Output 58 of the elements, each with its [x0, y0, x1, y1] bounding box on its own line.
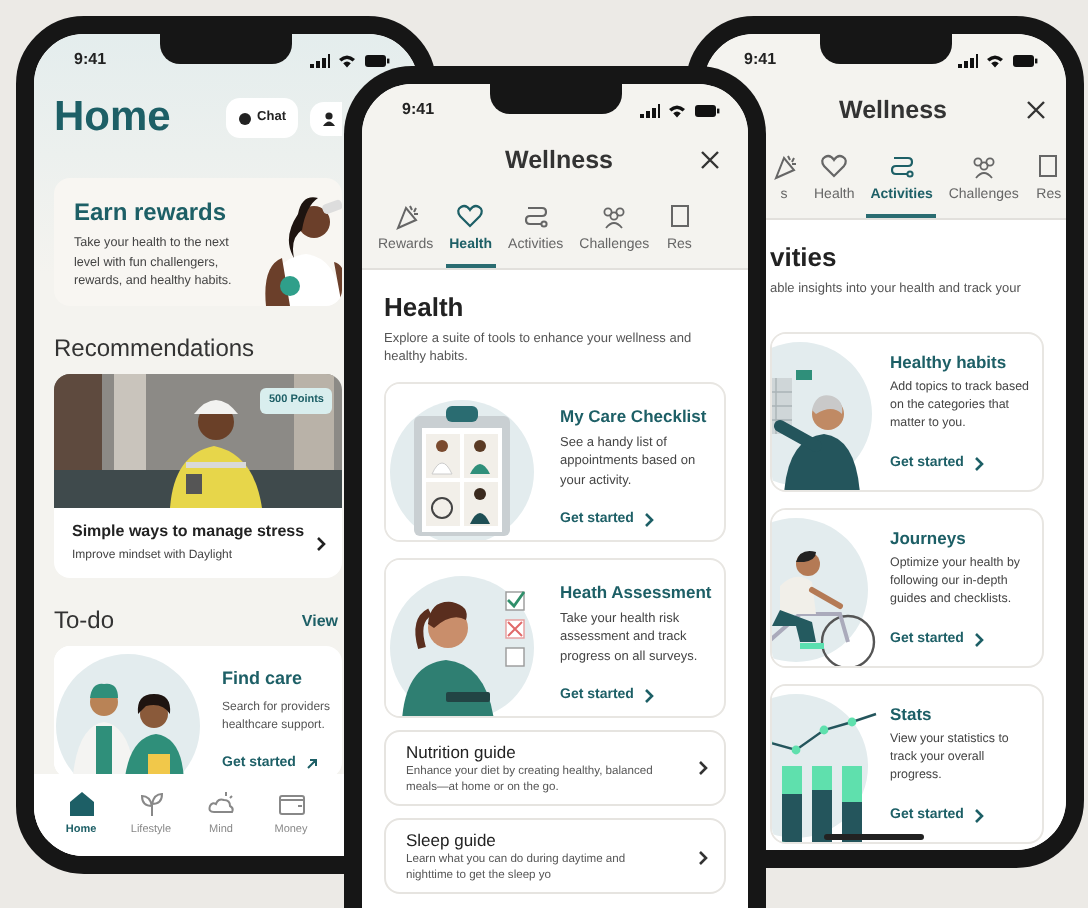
wallet-icon [277, 789, 305, 816]
cloud-sun-icon [207, 789, 235, 816]
battery-icon [694, 103, 720, 117]
wifi-icon [338, 53, 356, 67]
person-icon [322, 111, 336, 125]
chevron-icon [643, 512, 654, 529]
card-title: Heath Assessment [560, 581, 712, 602]
profile-button[interactable] [310, 101, 342, 135]
status-time: 9:41 [402, 98, 435, 122]
document-icon [665, 201, 694, 229]
banner-title: Earn rewards [74, 198, 229, 227]
close-icon[interactable] [700, 150, 720, 170]
confetti-icon [391, 201, 420, 229]
status-time: 9:41 [744, 48, 777, 72]
route-icon [521, 201, 550, 229]
card-title: Find care [222, 665, 305, 692]
section-heading: vities [770, 242, 839, 274]
screen-title: Wellness [503, 143, 615, 178]
signal-icon [640, 103, 660, 117]
signal-icon [958, 53, 978, 67]
recommendation-title: Simple ways to manage stress [72, 520, 307, 545]
camera-notch [819, 34, 951, 64]
chevron-icon [973, 631, 984, 648]
battery-icon [1012, 53, 1038, 67]
section-heading: Health [384, 292, 466, 324]
document-icon [1034, 151, 1063, 179]
chevron-icon [698, 849, 708, 866]
chevron-icon [643, 688, 654, 705]
status-time: 9:41 [74, 48, 107, 72]
view-all-link[interactable]: View [301, 609, 338, 634]
card-title: Stats [890, 703, 934, 724]
section-heading: To-do [54, 606, 115, 636]
home-icon [67, 789, 95, 816]
card-title: Healthy habits [890, 351, 1009, 372]
wifi-icon [986, 53, 1004, 67]
camera-notch [489, 84, 621, 114]
battery-icon [364, 53, 390, 67]
guide-title: Sleep guide [406, 830, 498, 851]
screen-title: Wellness [837, 93, 949, 128]
arrow-icon [305, 758, 318, 771]
chevron-icon [973, 807, 984, 824]
page-title: Home [54, 92, 173, 144]
chevron-icon [973, 455, 984, 472]
card-title: Journeys [890, 527, 968, 548]
card-title: My Care Checklist [560, 405, 709, 426]
close-icon[interactable] [1026, 100, 1046, 120]
chevron-icon [316, 535, 326, 552]
camera-notch [160, 34, 292, 64]
heart-icon [456, 201, 485, 229]
route-icon [887, 151, 916, 179]
confetti-icon [770, 151, 798, 179]
chevron-icon [698, 760, 708, 777]
heart-icon [820, 151, 849, 179]
wifi-icon [668, 103, 686, 117]
signal-icon [310, 53, 330, 67]
home-indicator [824, 834, 924, 840]
guide-title: Nutrition guide [406, 741, 518, 762]
sprout-icon [137, 789, 165, 816]
